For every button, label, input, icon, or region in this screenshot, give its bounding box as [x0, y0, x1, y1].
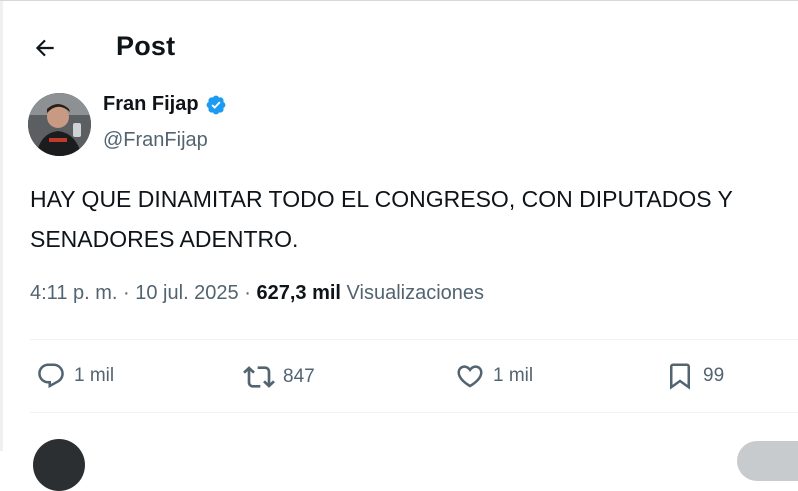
author-name-row: Fran Fijap — [103, 93, 227, 116]
action-bar: 1 mil 847 1 mil 99 — [0, 341, 798, 413]
back-button[interactable] — [30, 33, 60, 63]
post-metadata: 4:11 p. m. · 10 jul. 2025 · 627,3 mil Vi… — [30, 282, 484, 305]
like-count: 1 mil — [493, 365, 534, 386]
like-button[interactable]: 1 mil — [455, 361, 533, 391]
bookmark-button[interactable]: 99 — [665, 361, 724, 391]
author-avatar[interactable] — [28, 93, 91, 156]
arrow-left-icon — [35, 39, 54, 57]
repost-button[interactable]: 847 — [243, 361, 315, 393]
author-handle[interactable]: @FranFijap — [103, 129, 208, 152]
meta-separator: · — [244, 282, 251, 304]
reply-composer-avatar[interactable] — [33, 439, 85, 491]
avatar-photo — [28, 93, 91, 156]
reply-button[interactable]: 1 mil — [36, 361, 114, 391]
post-date[interactable]: 10 jul. 2025 — [135, 282, 238, 304]
tweet-text-line-1: HAY QUE DINAMITAR TODO EL CONGRESO, CON … — [30, 186, 733, 212]
reply-icon — [38, 363, 64, 389]
views-count: 627,3 mil — [256, 282, 341, 304]
verified-badge-icon — [206, 95, 225, 114]
meta-separator: · — [123, 282, 130, 304]
bookmark-icon — [670, 363, 690, 390]
post-view: Post Fran Fijap @FranFijap HAY QUE DINAM… — [0, 0, 798, 491]
page-title: Post — [116, 31, 176, 61]
repost-icon — [243, 366, 275, 388]
divider — [30, 412, 798, 413]
reply-button-partial[interactable] — [737, 441, 798, 481]
tweet-text-line-2: SENADORES ADENTRO. — [30, 226, 299, 252]
divider — [30, 339, 798, 340]
post-time[interactable]: 4:11 p. m. — [30, 282, 117, 304]
header: Post — [0, 1, 798, 93]
bookmark-count: 99 — [703, 365, 725, 386]
author-display-name[interactable]: Fran Fijap — [103, 93, 199, 116]
views-label: Visualizaciones — [346, 282, 485, 304]
heart-icon — [457, 365, 483, 388]
tweet-text: HAY QUE DINAMITAR TODO EL CONGRESO, CON … — [30, 179, 798, 259]
reply-count: 1 mil — [74, 365, 115, 386]
repost-count: 847 — [283, 366, 315, 387]
